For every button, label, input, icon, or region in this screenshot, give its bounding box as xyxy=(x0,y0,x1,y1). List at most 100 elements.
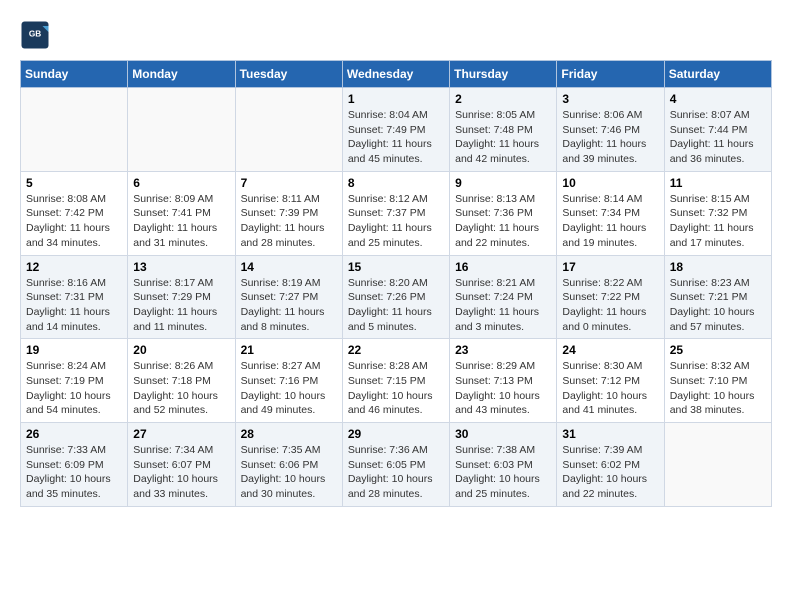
day-info: Sunrise: 8:08 AM Sunset: 7:42 PM Dayligh… xyxy=(26,192,122,251)
day-number: 23 xyxy=(455,343,551,357)
calendar-cell: 25Sunrise: 8:32 AM Sunset: 7:10 PM Dayli… xyxy=(664,339,771,423)
calendar-cell: 23 Sunrise: 8:29 AM Sunset: 7:13 PM Dayli… xyxy=(450,339,557,423)
calendar-cell: 3 Sunrise: 8:06 AM Sunset: 7:46 PM Daylig… xyxy=(557,88,664,172)
day-number: 11 xyxy=(670,176,766,190)
day-number: 1 xyxy=(348,92,444,106)
day-number: 16 xyxy=(455,260,551,274)
day-info: Sunrise: 8:06 AM Sunset: 7:46 PM Dayligh… xyxy=(562,108,658,167)
calendar-cell: 10 Sunrise: 8:14 AM Sunset: 7:34 PM Dayli… xyxy=(557,171,664,255)
day-info: Sunrise: 8:07 AM Sunset: 7:44 PM Dayligh… xyxy=(670,108,766,167)
day-number: 12 xyxy=(26,260,122,274)
day-number: 29 xyxy=(348,427,444,441)
weekday-header-tuesday: Tuesday xyxy=(235,61,342,88)
calendar-cell: 22 Sunrise: 8:28 AM Sunset: 7:15 PM Dayli… xyxy=(342,339,449,423)
svg-text:GB: GB xyxy=(29,30,41,39)
calendar-cell: 18 Sunrise: 8:23 AM Sunset: 7:21 PM Dayli… xyxy=(664,255,771,339)
day-number: 31 xyxy=(562,427,658,441)
weekday-header-monday: Monday xyxy=(128,61,235,88)
day-number: 4 xyxy=(670,92,766,106)
day-number: 15 xyxy=(348,260,444,274)
calendar-cell: 17 Sunrise: 8:22 AM Sunset: 7:22 PM Dayli… xyxy=(557,255,664,339)
calendar-table: SundayMondayTuesdayWednesdayThursdayFrid… xyxy=(20,60,772,507)
day-info: Sunrise: 8:28 AM Sunset: 7:15 PM Dayligh… xyxy=(348,359,444,418)
day-info: Sunrise: 7:39 AM Sunset: 6:02 PM Dayligh… xyxy=(562,443,658,502)
day-info: Sunrise: 7:35 AM Sunset: 6:06 PM Dayligh… xyxy=(241,443,337,502)
week-row-1: 1 Sunrise: 8:04 AM Sunset: 7:49 PM Daylig… xyxy=(21,88,772,172)
calendar-cell: 11 Sunrise: 8:15 AM Sunset: 7:32 PM Dayli… xyxy=(664,171,771,255)
calendar-cell: 28 Sunrise: 7:35 AM Sunset: 6:06 PM Dayli… xyxy=(235,423,342,507)
day-info: Sunrise: 8:17 AM Sunset: 7:29 PM Dayligh… xyxy=(133,276,229,335)
calendar-cell: 9 Sunrise: 8:13 AM Sunset: 7:36 PM Daylig… xyxy=(450,171,557,255)
calendar-cell: 15 Sunrise: 8:20 AM Sunset: 7:26 PM Dayli… xyxy=(342,255,449,339)
calendar-cell xyxy=(21,88,128,172)
day-number: 28 xyxy=(241,427,337,441)
page: GB SundayMondayTuesdayWednesdayThursdayF… xyxy=(0,0,792,517)
day-info: Sunrise: 8:11 AM Sunset: 7:39 PM Dayligh… xyxy=(241,192,337,251)
calendar-cell xyxy=(128,88,235,172)
day-number: 7 xyxy=(241,176,337,190)
calendar-cell: 20 Sunrise: 8:26 AM Sunset: 7:18 PM Dayli… xyxy=(128,339,235,423)
calendar-cell: 27 Sunrise: 7:34 AM Sunset: 6:07 PM Dayli… xyxy=(128,423,235,507)
day-info: Sunrise: 8:13 AM Sunset: 7:36 PM Dayligh… xyxy=(455,192,551,251)
day-info: Sunrise: 8:15 AM Sunset: 7:32 PM Dayligh… xyxy=(670,192,766,251)
calendar-cell: 1 Sunrise: 8:04 AM Sunset: 7:49 PM Daylig… xyxy=(342,88,449,172)
day-number: 24 xyxy=(562,343,658,357)
day-number: 27 xyxy=(133,427,229,441)
day-number: 22 xyxy=(348,343,444,357)
day-number: 18 xyxy=(670,260,766,274)
week-row-3: 12 Sunrise: 8:16 AM Sunset: 7:31 PM Dayli… xyxy=(21,255,772,339)
calendar-cell: 5Sunrise: 8:08 AM Sunset: 7:42 PM Daylig… xyxy=(21,171,128,255)
weekday-header-wednesday: Wednesday xyxy=(342,61,449,88)
calendar-cell: 14 Sunrise: 8:19 AM Sunset: 7:27 PM Dayli… xyxy=(235,255,342,339)
calendar-cell: 21 Sunrise: 8:27 AM Sunset: 7:16 PM Dayli… xyxy=(235,339,342,423)
day-info: Sunrise: 8:14 AM Sunset: 7:34 PM Dayligh… xyxy=(562,192,658,251)
day-info: Sunrise: 8:20 AM Sunset: 7:26 PM Dayligh… xyxy=(348,276,444,335)
logo: GB xyxy=(20,20,54,50)
day-number: 21 xyxy=(241,343,337,357)
day-number: 14 xyxy=(241,260,337,274)
weekday-header-saturday: Saturday xyxy=(664,61,771,88)
day-info: Sunrise: 8:21 AM Sunset: 7:24 PM Dayligh… xyxy=(455,276,551,335)
day-number: 13 xyxy=(133,260,229,274)
day-number: 25 xyxy=(670,343,766,357)
day-info: Sunrise: 8:26 AM Sunset: 7:18 PM Dayligh… xyxy=(133,359,229,418)
calendar-cell: 7 Sunrise: 8:11 AM Sunset: 7:39 PM Daylig… xyxy=(235,171,342,255)
calendar-cell: 8 Sunrise: 8:12 AM Sunset: 7:37 PM Daylig… xyxy=(342,171,449,255)
day-info: Sunrise: 8:23 AM Sunset: 7:21 PM Dayligh… xyxy=(670,276,766,335)
day-info: Sunrise: 7:34 AM Sunset: 6:07 PM Dayligh… xyxy=(133,443,229,502)
weekday-header-row: SundayMondayTuesdayWednesdayThursdayFrid… xyxy=(21,61,772,88)
day-info: Sunrise: 8:24 AM Sunset: 7:19 PM Dayligh… xyxy=(26,359,122,418)
calendar-cell: 24Sunrise: 8:30 AM Sunset: 7:12 PM Dayli… xyxy=(557,339,664,423)
day-info: Sunrise: 8:09 AM Sunset: 7:41 PM Dayligh… xyxy=(133,192,229,251)
day-number: 19 xyxy=(26,343,122,357)
day-info: Sunrise: 8:16 AM Sunset: 7:31 PM Dayligh… xyxy=(26,276,122,335)
day-info: Sunrise: 8:29 AM Sunset: 7:13 PM Dayligh… xyxy=(455,359,551,418)
day-number: 20 xyxy=(133,343,229,357)
day-info: Sunrise: 8:04 AM Sunset: 7:49 PM Dayligh… xyxy=(348,108,444,167)
week-row-2: 5Sunrise: 8:08 AM Sunset: 7:42 PM Daylig… xyxy=(21,171,772,255)
day-info: Sunrise: 8:19 AM Sunset: 7:27 PM Dayligh… xyxy=(241,276,337,335)
day-info: Sunrise: 8:05 AM Sunset: 7:48 PM Dayligh… xyxy=(455,108,551,167)
day-number: 26 xyxy=(26,427,122,441)
day-number: 3 xyxy=(562,92,658,106)
header: GB xyxy=(20,20,772,50)
calendar-cell: 6 Sunrise: 8:09 AM Sunset: 7:41 PM Daylig… xyxy=(128,171,235,255)
calendar-cell: 13 Sunrise: 8:17 AM Sunset: 7:29 PM Dayli… xyxy=(128,255,235,339)
day-info: Sunrise: 7:36 AM Sunset: 6:05 PM Dayligh… xyxy=(348,443,444,502)
day-number: 8 xyxy=(348,176,444,190)
day-info: Sunrise: 8:27 AM Sunset: 7:16 PM Dayligh… xyxy=(241,359,337,418)
calendar-cell: 16 Sunrise: 8:21 AM Sunset: 7:24 PM Dayli… xyxy=(450,255,557,339)
weekday-header-friday: Friday xyxy=(557,61,664,88)
calendar-cell xyxy=(235,88,342,172)
day-info: Sunrise: 8:12 AM Sunset: 7:37 PM Dayligh… xyxy=(348,192,444,251)
day-info: Sunrise: 8:22 AM Sunset: 7:22 PM Dayligh… xyxy=(562,276,658,335)
day-number: 2 xyxy=(455,92,551,106)
calendar-cell: 19 Sunrise: 8:24 AM Sunset: 7:19 PM Dayli… xyxy=(21,339,128,423)
day-number: 17 xyxy=(562,260,658,274)
day-number: 9 xyxy=(455,176,551,190)
day-number: 6 xyxy=(133,176,229,190)
weekday-header-thursday: Thursday xyxy=(450,61,557,88)
week-row-4: 19 Sunrise: 8:24 AM Sunset: 7:19 PM Dayli… xyxy=(21,339,772,423)
day-number: 30 xyxy=(455,427,551,441)
day-number: 10 xyxy=(562,176,658,190)
